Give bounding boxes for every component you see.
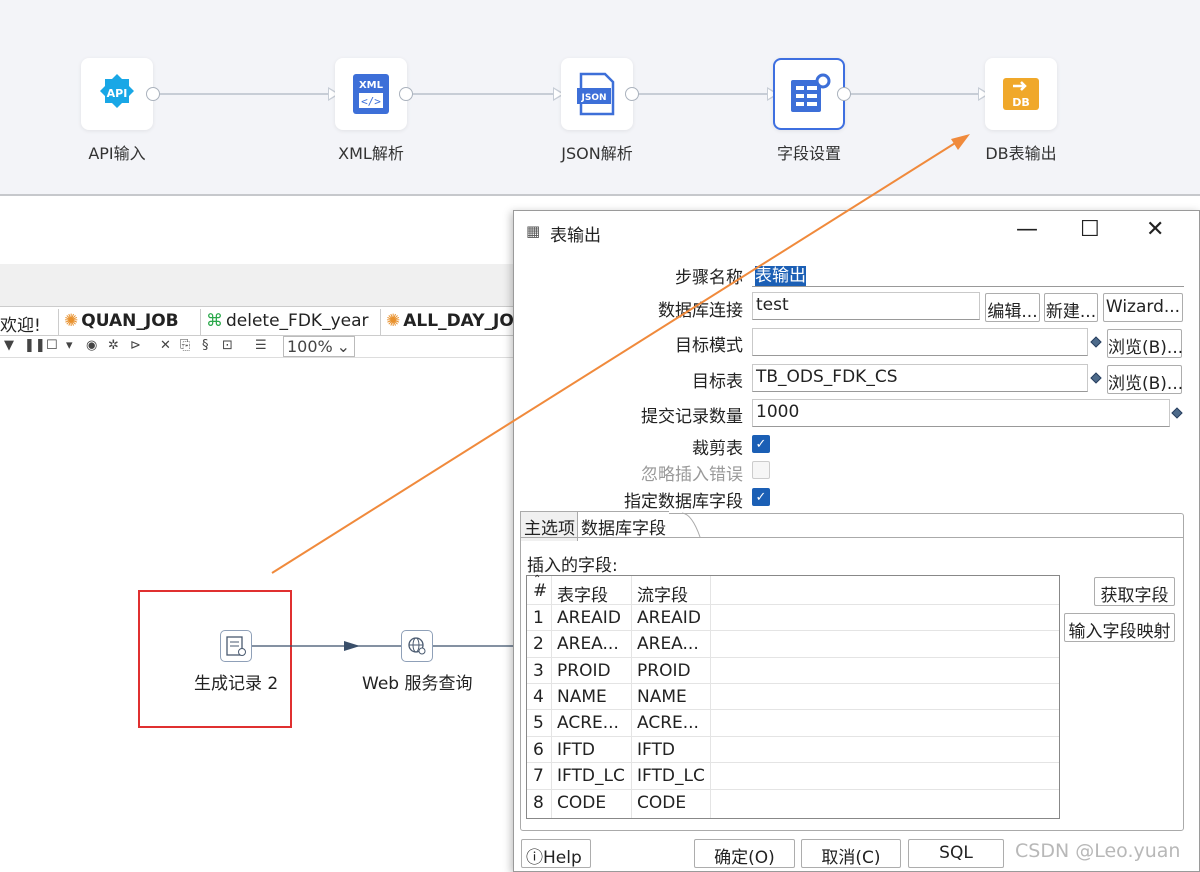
annotation-arrow — [271, 134, 970, 574]
watermark: CSDN @Leo.yuan — [1015, 840, 1181, 862]
